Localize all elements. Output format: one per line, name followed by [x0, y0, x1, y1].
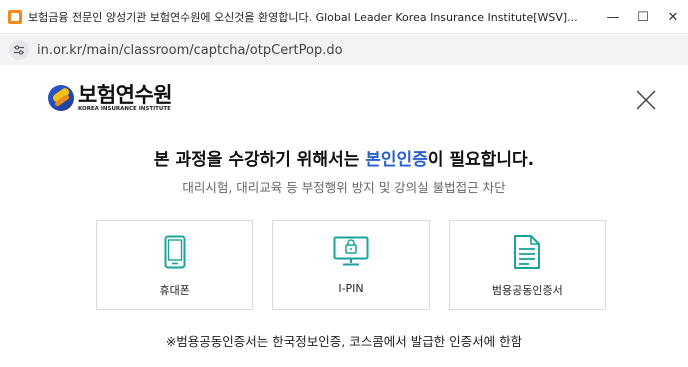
mobile-phone-icon	[164, 232, 186, 272]
close-popup-button[interactable]	[634, 88, 658, 112]
auth-option-ipin[interactable]: I-PIN	[272, 220, 430, 310]
auth-option-mobile[interactable]: 휴대폰	[96, 220, 254, 310]
headline-part2: 이 필요합니다.	[427, 150, 535, 170]
auth-option-certificate[interactable]: 범용공동인증서	[448, 220, 606, 310]
certificate-document-icon	[513, 232, 541, 272]
headline-part1: 본 과정을 수강하기 위해서는	[153, 150, 366, 170]
popup-content: 보험연수원 KOREA INSURANCE INSTITUTE 본 과정을 수강…	[0, 66, 688, 367]
window-title: 보험금융 전문인 양성기관 보험연수원에 오신것을 환영합니다. Global …	[28, 10, 578, 24]
auth-option-label: 범용공동인증서	[491, 284, 563, 297]
minimize-button[interactable]: —	[598, 0, 628, 34]
subline: 대리시험, 대리교육 등 부정행위 방지 및 강의실 불법접근 차단	[182, 180, 506, 195]
auth-option-label: 휴대폰	[159, 284, 190, 297]
headline: 본 과정을 수강하기 위해서는 본인인증이 필요합니다.	[0, 145, 688, 170]
logo-name-ko: 보험연수원	[78, 83, 173, 107]
window-controls: — ☐ ✕	[598, 0, 688, 34]
logo-name-en: KOREA INSURANCE INSTITUTE	[78, 106, 171, 112]
close-window-button[interactable]: ✕	[658, 0, 688, 34]
address-bar[interactable]: in.or.kr/main/classroom/captcha/otpCertP…	[0, 35, 688, 65]
auth-options: 휴대폰 I-PIN 범용공동인증서	[96, 220, 606, 310]
url-text[interactable]: in.or.kr/main/classroom/captcha/otpCertP…	[37, 43, 343, 58]
site-settings-icon[interactable]	[9, 40, 29, 60]
app-icon	[8, 9, 22, 24]
close-icon	[636, 90, 656, 110]
maximize-button[interactable]: ☐	[628, 0, 658, 34]
logo-emblem-icon	[48, 85, 74, 111]
ipin-monitor-lock-icon	[333, 232, 369, 272]
window-title-bar: 보험금융 전문인 양성기관 보험연수원에 오신것을 환영합니다. Global …	[0, 0, 688, 34]
notice-text: ※범용공동인증서는 한국정보인증, 코스콤에서 발급한 인증서에 한함	[165, 334, 523, 349]
auth-option-label: I-PIN	[338, 282, 364, 295]
headline-highlight: 본인인증	[365, 150, 428, 170]
logo: 보험연수원 KOREA INSURANCE INSTITUTE	[48, 83, 173, 112]
